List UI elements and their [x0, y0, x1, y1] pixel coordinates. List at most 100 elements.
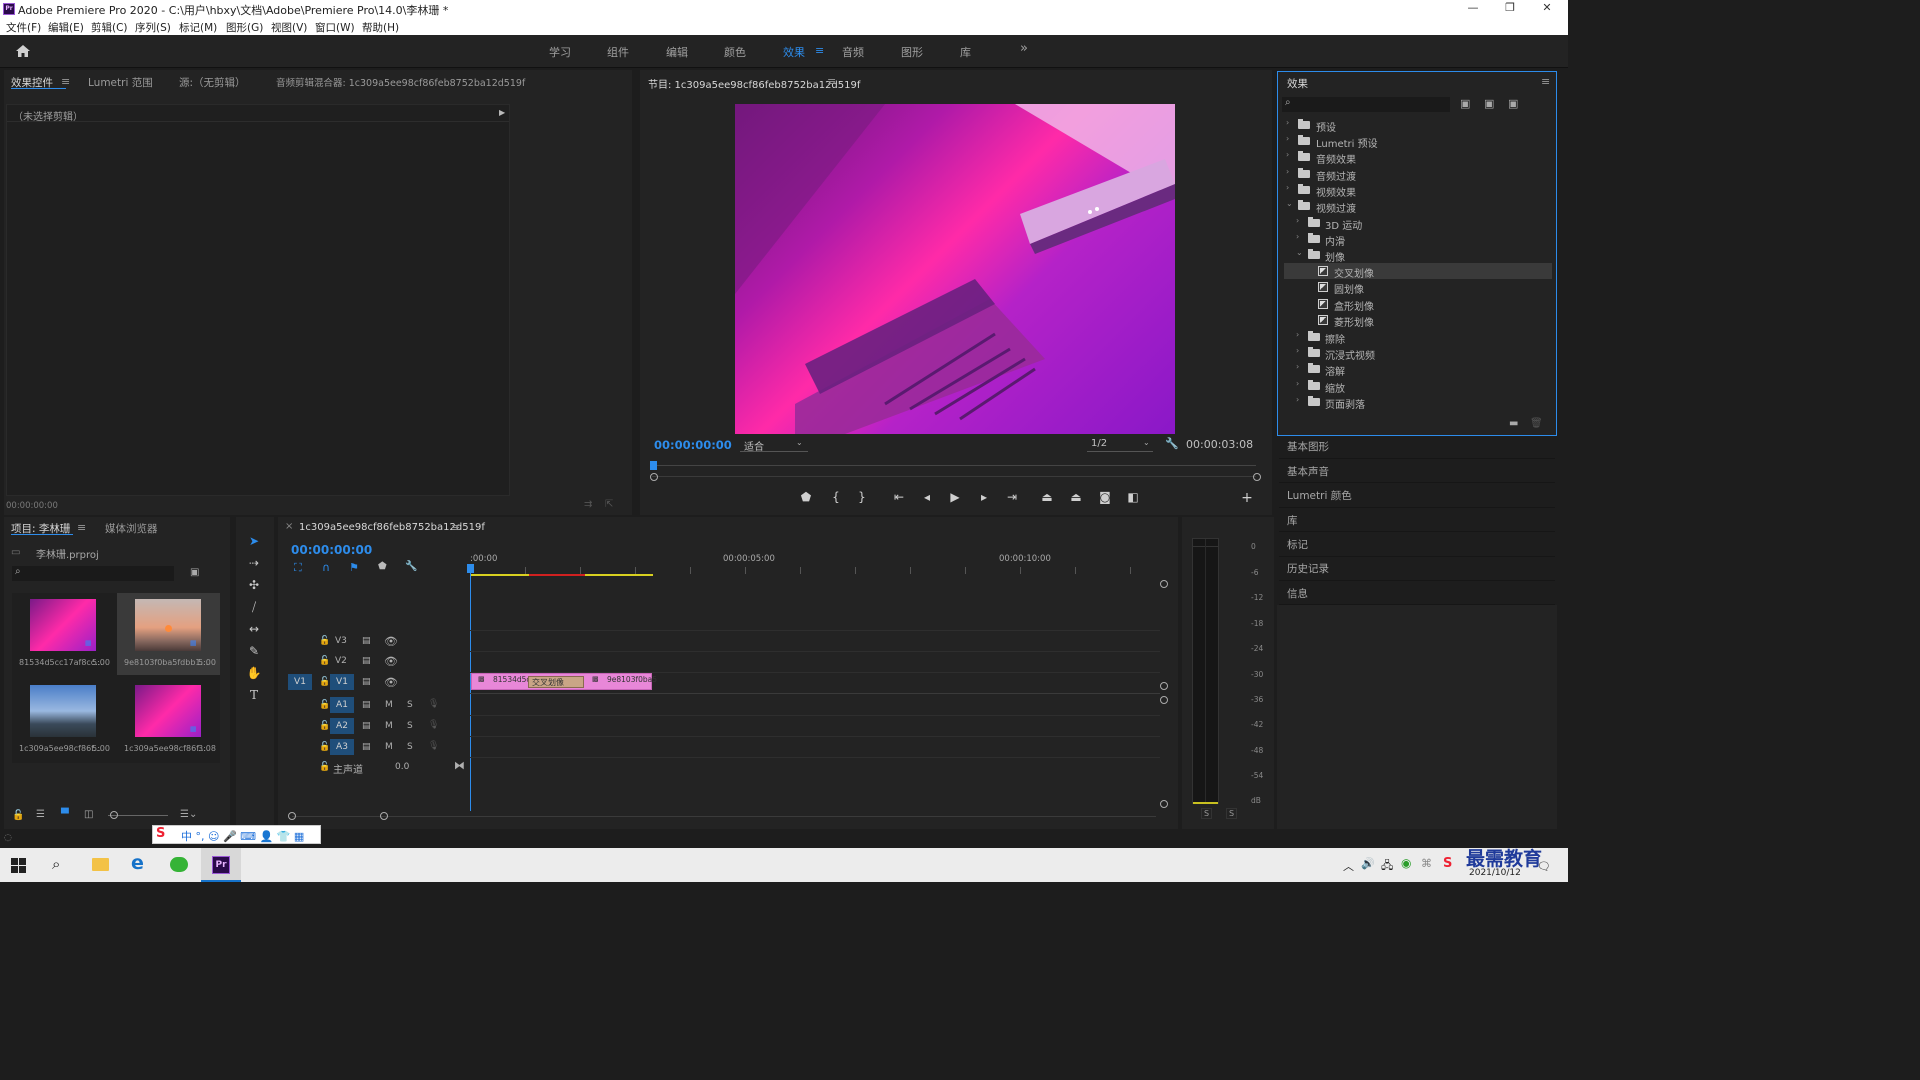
panel-essential-graphics[interactable]: 基本图形	[1287, 439, 1329, 454]
zoom-slider-handle[interactable]	[110, 811, 118, 819]
pen-tool-icon[interactable]: ✎	[246, 643, 262, 659]
export-frame-camera-icon[interactable]: ◙	[1097, 490, 1113, 504]
master-volume-value[interactable]: 0.0	[395, 762, 409, 772]
program-playhead[interactable]	[650, 461, 657, 470]
clip-thumbnail-3[interactable]	[30, 685, 96, 737]
premiere-taskbar-item[interactable]: Pr	[201, 848, 241, 882]
track-label-a1[interactable]: A1	[330, 697, 354, 713]
audio-scroll-handle-top[interactable]	[1160, 696, 1168, 704]
workspace-learn[interactable]: 学习	[549, 44, 571, 60]
solo-right-button[interactable]: S	[1226, 808, 1238, 819]
tree-item-wipe[interactable]: › 擦除	[1284, 329, 1552, 346]
workspace-assembly[interactable]: 组件	[607, 44, 629, 60]
panel-info[interactable]: 信息	[1287, 586, 1308, 601]
home-icon[interactable]	[15, 44, 31, 58]
mark-in-icon[interactable]: {	[828, 490, 844, 504]
track-label-v3[interactable]: V3	[335, 636, 347, 646]
resolution-dropdown[interactable]: 1/2 ⌄	[1087, 437, 1153, 452]
menu-help[interactable]: 帮助(H)	[362, 20, 399, 35]
panel-libraries[interactable]: 库	[1287, 513, 1298, 528]
eye-icon[interactable]: 👁	[384, 655, 398, 668]
sync-lock-icon[interactable]: ▤	[362, 721, 371, 731]
source-patch-v1[interactable]: V1	[288, 674, 312, 690]
file-explorer-icon[interactable]	[92, 858, 109, 871]
timeline-ruler[interactable]	[470, 567, 1160, 574]
master-go-to-icon[interactable]: ⧓	[454, 759, 465, 772]
workspace-menu-icon[interactable]: ≡	[815, 44, 824, 57]
timeline-timecode[interactable]: 00:00:00:00	[291, 543, 372, 557]
lock-icon[interactable]: 🔓	[12, 810, 24, 821]
wrench-icon[interactable]: 🔧	[1165, 437, 1179, 450]
project-search-input[interactable]: ⌕	[12, 566, 174, 581]
ripple-edit-tool-icon[interactable]: ✣	[246, 577, 262, 593]
tab-lumetri-scopes[interactable]: Lumetri 范围	[88, 75, 153, 90]
effects-menu-icon[interactable]: ≡	[1541, 75, 1550, 88]
razor-tool-icon[interactable]: ⧸	[246, 599, 262, 615]
program-ruler[interactable]	[652, 465, 1256, 466]
workspace-libraries[interactable]: 库	[960, 44, 971, 60]
panel-essential-sound[interactable]: 基本声音	[1287, 464, 1329, 479]
menu-edit[interactable]: 编辑(E)	[48, 20, 84, 35]
32bit-effects-icon[interactable]: ▣	[1484, 97, 1494, 110]
slip-tool-icon[interactable]: ↔	[246, 621, 262, 637]
delete-icon[interactable]: 🗑	[1530, 418, 1543, 429]
mic-icon[interactable]: 🎙	[428, 699, 439, 709]
h-zoom-handle-right[interactable]	[380, 812, 388, 820]
lock-icon[interactable]: 🔓	[319, 721, 330, 731]
selection-tool-icon[interactable]: ➤	[246, 533, 262, 549]
track-label-v1[interactable]: V1	[330, 674, 354, 690]
close-sequence-icon[interactable]: ×	[285, 521, 293, 532]
program-menu-icon[interactable]: ≡	[827, 75, 836, 88]
workspace-effects[interactable]: 效果	[783, 44, 805, 60]
tree-item-diamond-iris[interactable]: 菱形划像	[1284, 312, 1552, 329]
playhead-handle[interactable]	[467, 564, 474, 573]
panel-lumetri-color[interactable]: Lumetri 颜色	[1287, 488, 1352, 503]
track-label-v2[interactable]: V2	[335, 656, 347, 666]
network-icon[interactable]: 🖧	[1381, 857, 1393, 876]
mark-out-icon[interactable]: }	[854, 490, 870, 504]
add-marker-icon[interactable]: ⬟	[798, 490, 814, 504]
eye-icon[interactable]: 👁	[384, 635, 398, 648]
solo-left-button[interactable]: S	[1201, 808, 1213, 819]
sync-lock-icon[interactable]: ▤	[362, 636, 371, 646]
menu-window[interactable]: 窗口(W)	[315, 20, 355, 35]
zoom-bar[interactable]	[652, 476, 1256, 477]
video-scroll-handle-bottom[interactable]	[1160, 682, 1168, 690]
go-to-out-icon[interactable]: ⇥	[1004, 490, 1020, 504]
mute-button-a3[interactable]: M	[385, 742, 393, 752]
solo-button-a1[interactable]: S	[407, 700, 413, 710]
panel-markers[interactable]: 标记	[1287, 537, 1308, 552]
tree-item-cross-iris[interactable]: 交叉划像	[1284, 263, 1552, 280]
menu-sequence[interactable]: 序列(S)	[135, 20, 171, 35]
lock-icon[interactable]: 🔓	[319, 677, 330, 687]
new-bin-icon[interactable]: ▣	[190, 567, 199, 578]
audio-scroll-handle-bottom[interactable]	[1160, 800, 1168, 808]
freeform-view-icon[interactable]: ◫	[84, 809, 93, 820]
minimize-icon[interactable]: —	[1463, 1, 1483, 14]
workspace-audio[interactable]: 音频	[842, 44, 864, 60]
ie-browser-icon[interactable]: e	[131, 852, 144, 874]
sogou-tray-icon[interactable]: S	[1443, 856, 1452, 871]
linked-selection-icon[interactable]: ⚑	[349, 561, 359, 574]
lock-icon[interactable]: 🔓	[319, 742, 330, 752]
lock-icon[interactable]: 🔓	[319, 762, 330, 772]
tree-item-circle-iris[interactable]: 圆划像	[1284, 279, 1552, 296]
tree-item-box-iris[interactable]: 盒形划像	[1284, 296, 1552, 313]
workspace-more-icon[interactable]: »	[1020, 41, 1028, 56]
accelerated-effects-icon[interactable]: ▣	[1460, 97, 1470, 110]
track-select-tool-icon[interactable]: ⇢	[246, 555, 262, 571]
workspace-graphics[interactable]: 图形	[901, 44, 923, 60]
zoom-handle-right[interactable]	[1253, 473, 1261, 481]
lock-icon[interactable]: 🔓	[319, 636, 330, 646]
solo-button-a3[interactable]: S	[407, 742, 413, 752]
effects-search-input[interactable]: ⌕	[1282, 97, 1450, 112]
menu-clip[interactable]: 剪辑(C)	[91, 20, 128, 35]
panel-history[interactable]: 历史记录	[1287, 561, 1329, 576]
lift-icon[interactable]: ⏏	[1039, 490, 1055, 504]
maximize-icon[interactable]: ❐	[1500, 1, 1520, 14]
tree-item-immersive-video[interactable]: › 沉浸式视频	[1284, 345, 1552, 362]
fit-dropdown[interactable]: 适合 ⌄	[740, 437, 808, 453]
menu-marker[interactable]: 标记(M)	[179, 20, 217, 35]
project-menu-icon[interactable]: ≡	[77, 521, 86, 534]
tab-audio-clip-mixer[interactable]: 音频剪辑混合器: 1c309a5ee98cf86feb8752ba12d519f	[276, 75, 525, 89]
